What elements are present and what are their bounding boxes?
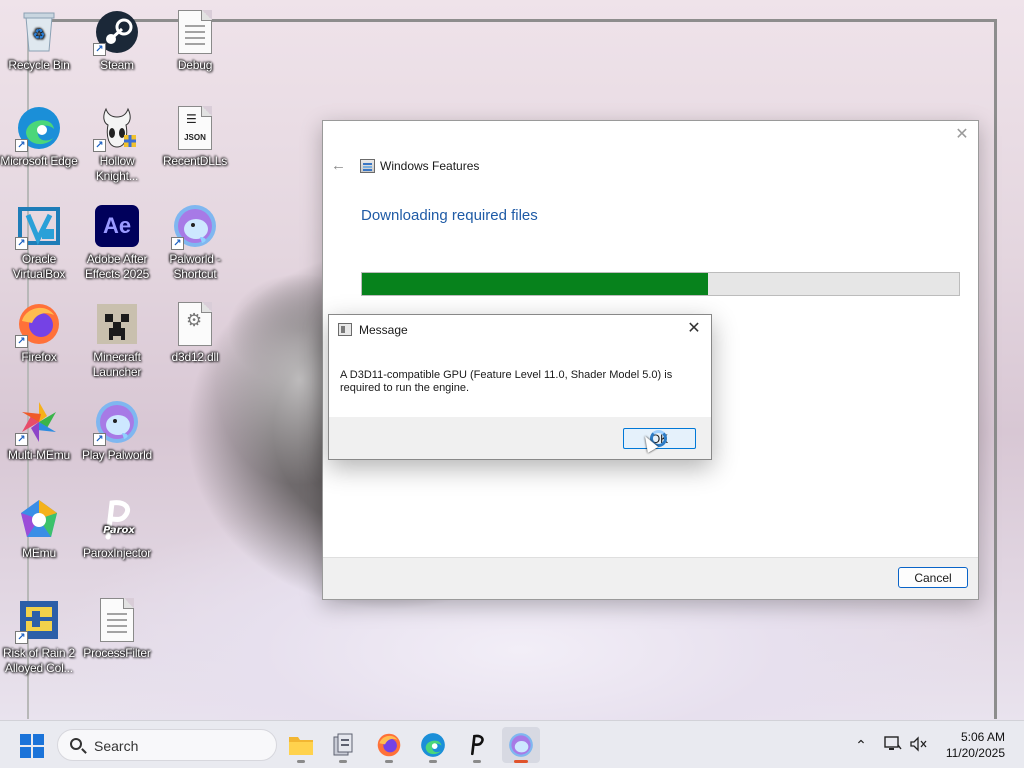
palworld-icon: [509, 733, 533, 757]
document-icon: [93, 596, 141, 644]
taskbar-file-manager[interactable]: [324, 727, 362, 763]
ae-badge: Ae: [95, 205, 139, 247]
firefox-icon: [377, 733, 401, 757]
palworld-shortcut-desktop-icon[interactable]: ↗ Palworld - Shortcut: [156, 202, 234, 282]
clock-date: 11/20/2025: [945, 746, 1005, 760]
steam-desktop-icon[interactable]: ↗ Steam: [78, 8, 156, 73]
shortcut-arrow-icon: ↗: [15, 237, 28, 250]
shortcut-arrow-icon: ↗: [171, 237, 184, 250]
recycle-bin-desktop-icon[interactable]: ♻ Recycle Bin: [0, 8, 78, 73]
shortcut-arrow-icon: ↗: [93, 43, 106, 56]
palworld-icon: ↗: [171, 202, 219, 250]
search-placeholder: Search: [94, 738, 139, 754]
after-effects-icon: Ae: [93, 202, 141, 250]
edge-icon: [421, 733, 445, 757]
oracle-virtualbox-desktop-icon[interactable]: ↗ Oracle VirtualBox: [0, 202, 78, 282]
start-button[interactable]: [20, 734, 44, 758]
back-arrow-icon[interactable]: ←: [331, 157, 346, 174]
palworld-icon: ↗: [93, 398, 141, 446]
search-icon: [70, 738, 82, 750]
network-icon[interactable]: [884, 736, 902, 754]
memu-icon: [15, 496, 63, 544]
dialog-title: Message: [359, 323, 408, 337]
cancel-button[interactable]: Cancel: [898, 567, 968, 588]
edge-icon: ↗: [15, 104, 63, 152]
paroxinjector-desktop-icon[interactable]: Parox ParoxInjector: [78, 496, 156, 561]
play-palworld-desktop-icon[interactable]: ↗ Play Palworld: [78, 398, 156, 463]
close-icon[interactable]: ✕: [685, 320, 703, 338]
window-app-icon: [338, 323, 352, 336]
shortcut-arrow-icon: ↗: [15, 335, 28, 348]
shortcut-arrow-icon: ↗: [15, 139, 28, 152]
window-title: Windows Features: [380, 159, 480, 173]
json-file-icon: ☰ JSON: [171, 104, 219, 152]
clock-time: 5:06 AM: [960, 730, 1005, 744]
firefox-icon: ↗: [15, 300, 63, 348]
dialog-footer: OK: [329, 417, 711, 459]
status-heading: Downloading required files: [361, 207, 538, 224]
dialog-footer: Cancel: [323, 557, 978, 599]
dialog-titlebar: Message ✕: [329, 315, 711, 346]
folder-icon: [289, 737, 313, 755]
download-progress-bar: [361, 272, 960, 296]
shortcut-arrow-icon: ↗: [93, 139, 106, 152]
progress-fill: [362, 273, 709, 295]
multi-memu-icon: ↗: [15, 398, 63, 446]
firefox-desktop-icon[interactable]: ↗ Firefox: [0, 300, 78, 365]
ok-button[interactable]: OK: [623, 428, 696, 449]
taskbar-palworld[interactable]: [502, 727, 540, 763]
volume-muted-icon[interactable]: [910, 736, 928, 754]
parox-logo-icon: [471, 734, 484, 756]
d3d12-dll-desktop-icon[interactable]: ⚙ d3d12.dll: [156, 300, 234, 365]
risk-of-rain-2-desktop-icon[interactable]: ↗ Risk of Rain 2 Alloyed Col...: [0, 596, 78, 676]
minecraft-icon: [93, 300, 141, 348]
adobe-after-effects-desktop-icon[interactable]: Ae Adobe After Effects 2025: [78, 202, 156, 282]
multi-memu-desktop-icon[interactable]: ↗ Multi-MEmu: [0, 398, 78, 463]
taskbar-clock[interactable]: 5:06 AM 11/20/2025: [946, 729, 1005, 761]
taskbar-search-box[interactable]: Search: [57, 729, 277, 761]
hollow-knight-icon: ↗: [93, 104, 141, 152]
message-dialog: Message ✕ A D3D11-compatible GPU (Featur…: [328, 314, 712, 460]
parox-logo-icon: Parox: [93, 496, 141, 544]
taskbar-firefox[interactable]: [370, 727, 408, 763]
steam-icon: ↗: [93, 8, 141, 56]
json-badge: JSON: [184, 133, 206, 142]
document-icon: [171, 8, 219, 56]
shortcut-arrow-icon: ↗: [15, 433, 28, 446]
error-message-text: A D3D11-compatible GPU (Feature Level 11…: [340, 369, 673, 394]
risk-of-rain-icon: ↗: [15, 596, 63, 644]
recentdlls-file-desktop-icon[interactable]: ☰ JSON RecentDLLs: [156, 104, 234, 169]
shortcut-arrow-icon: ↗: [93, 433, 106, 446]
windows-features-app-icon: [360, 159, 375, 173]
debug-file-desktop-icon[interactable]: Debug: [156, 8, 234, 73]
hollow-knight-desktop-icon[interactable]: ↗ Hollow Knight...: [78, 104, 156, 184]
svg-text:♻: ♻: [33, 27, 46, 43]
taskbar-microsoft-edge[interactable]: [414, 727, 452, 763]
minecraft-launcher-desktop-icon[interactable]: Minecraft Launcher: [78, 300, 156, 380]
taskbar-file-explorer[interactable]: [282, 727, 320, 763]
taskbar-parox[interactable]: [458, 727, 496, 763]
shortcut-arrow-icon: ↗: [15, 631, 28, 644]
chevron-up-icon[interactable]: ⌃: [852, 736, 870, 754]
memu-desktop-icon[interactable]: MEmu: [0, 496, 78, 561]
parox-logo-text: Parox: [103, 525, 135, 536]
recycle-bin-icon: ♻: [15, 8, 63, 56]
processfilter-desktop-icon[interactable]: ProcessFilter: [78, 596, 156, 661]
taskbar: Search ⌃ 5:06 AM 11/20/2025: [0, 720, 1024, 768]
virtualbox-icon: ↗: [15, 202, 63, 250]
file-cabinet-icon: [333, 733, 353, 756]
close-icon[interactable]: ✕: [954, 127, 970, 143]
dll-file-icon: ⚙: [171, 300, 219, 348]
microsoft-edge-desktop-icon[interactable]: ↗ Microsoft Edge: [0, 104, 78, 169]
